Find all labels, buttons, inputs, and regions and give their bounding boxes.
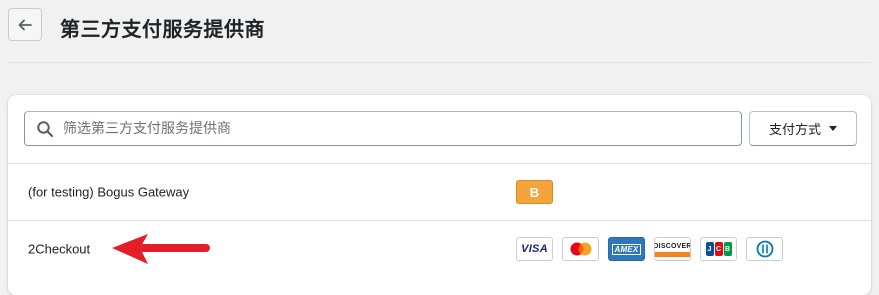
search-field[interactable]: [24, 111, 742, 146]
search-input[interactable]: [61, 112, 741, 145]
discover-icon: DISCOVER: [654, 237, 691, 261]
filter-bar: 支付方式: [8, 95, 871, 164]
payment-badges: VISA AMEX DISCOVER J C B: [516, 237, 783, 261]
red-arrow-annotation: [112, 234, 210, 264]
visa-icon: VISA: [516, 237, 553, 261]
bogus-badge-icon: B: [516, 180, 553, 204]
payment-badges: B: [516, 180, 553, 204]
mastercard-icon: [562, 237, 599, 261]
caret-down-icon: [829, 126, 837, 131]
search-icon: [35, 119, 55, 139]
provider-name: (for testing) Bogus Gateway: [28, 184, 190, 200]
diners-club-icon: [746, 237, 783, 261]
back-button[interactable]: [8, 8, 42, 41]
provider-row-bogus[interactable]: (for testing) Bogus Gateway B: [8, 164, 871, 221]
header-divider: [8, 62, 871, 63]
payment-methods-label: 支付方式: [768, 123, 821, 138]
payment-methods-button[interactable]: 支付方式: [749, 111, 857, 146]
arrow-left-icon: [18, 19, 32, 30]
provider-name: 2Checkout: [28, 241, 91, 257]
page-title: 第三方支付服务提供商: [60, 17, 265, 41]
jcb-icon: J C B: [700, 237, 737, 261]
amex-icon: AMEX: [608, 237, 645, 261]
